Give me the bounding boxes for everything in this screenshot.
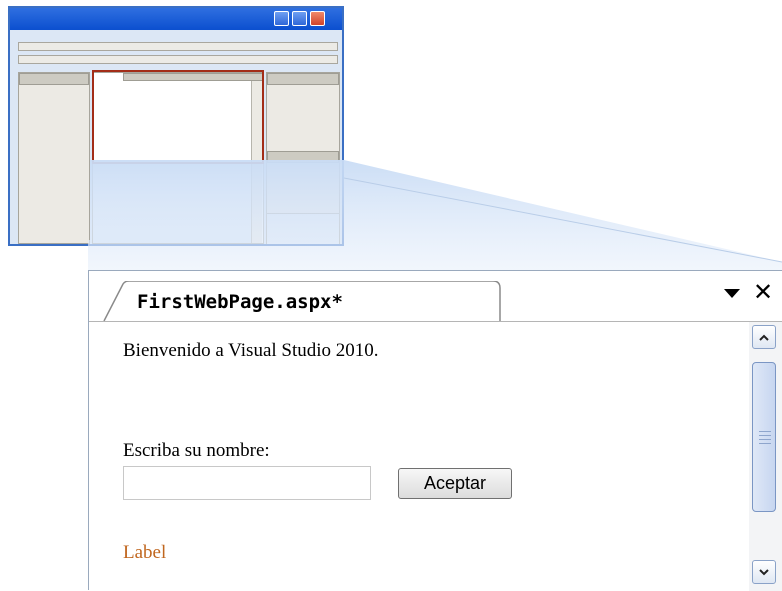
vertical-scrollbar[interactable]	[749, 322, 782, 591]
welcome-text: Bienvenido a Visual Studio 2010.	[123, 340, 379, 361]
chevron-up-icon	[759, 334, 769, 341]
thumbnail-toolbar	[18, 55, 338, 64]
scrollbar-thumb[interactable]	[752, 362, 776, 512]
thumbnail-solution-panel	[266, 72, 340, 244]
thumbnail-properties-footer	[267, 213, 339, 244]
thumbnail-solution-header	[267, 73, 339, 85]
thumbnail-editor-lower	[93, 163, 251, 243]
tab-label: FirstWebPage.aspx*	[137, 291, 343, 313]
thumbnail-toolbox-panel	[18, 72, 90, 244]
thumbnail-highlight-frame	[92, 70, 264, 164]
close-icon	[310, 11, 325, 26]
document-tab-strip: FirstWebPage.aspx* ✕	[89, 271, 782, 322]
thumbnail-title-bar	[10, 8, 342, 30]
accept-button[interactable]: Aceptar	[398, 468, 512, 499]
chevron-down-icon	[759, 568, 769, 575]
document-window: FirstWebPage.aspx* ✕ Bienvenido a Visual…	[88, 270, 782, 591]
scroll-up-button[interactable]	[752, 325, 776, 349]
thumbnail-menu-bar	[18, 42, 338, 51]
name-textbox[interactable]	[123, 466, 371, 500]
design-surface: Bienvenido a Visual Studio 2010. Escriba…	[89, 322, 782, 591]
ide-window-thumbnail	[8, 6, 344, 246]
scroll-down-button[interactable]	[752, 560, 776, 584]
close-document-button[interactable]: ✕	[751, 279, 775, 305]
label-control: Label	[123, 542, 167, 563]
name-label: Escriba su nombre:	[123, 440, 270, 461]
tab-firstwebpage[interactable]: FirstWebPage.aspx*	[103, 281, 501, 321]
triangle-down-icon[interactable]	[723, 285, 741, 301]
thumbnail-toolbox-header	[19, 73, 89, 85]
minimize-icon	[274, 11, 289, 26]
maximize-icon	[292, 11, 307, 26]
thumbnail-properties-header	[267, 151, 339, 163]
